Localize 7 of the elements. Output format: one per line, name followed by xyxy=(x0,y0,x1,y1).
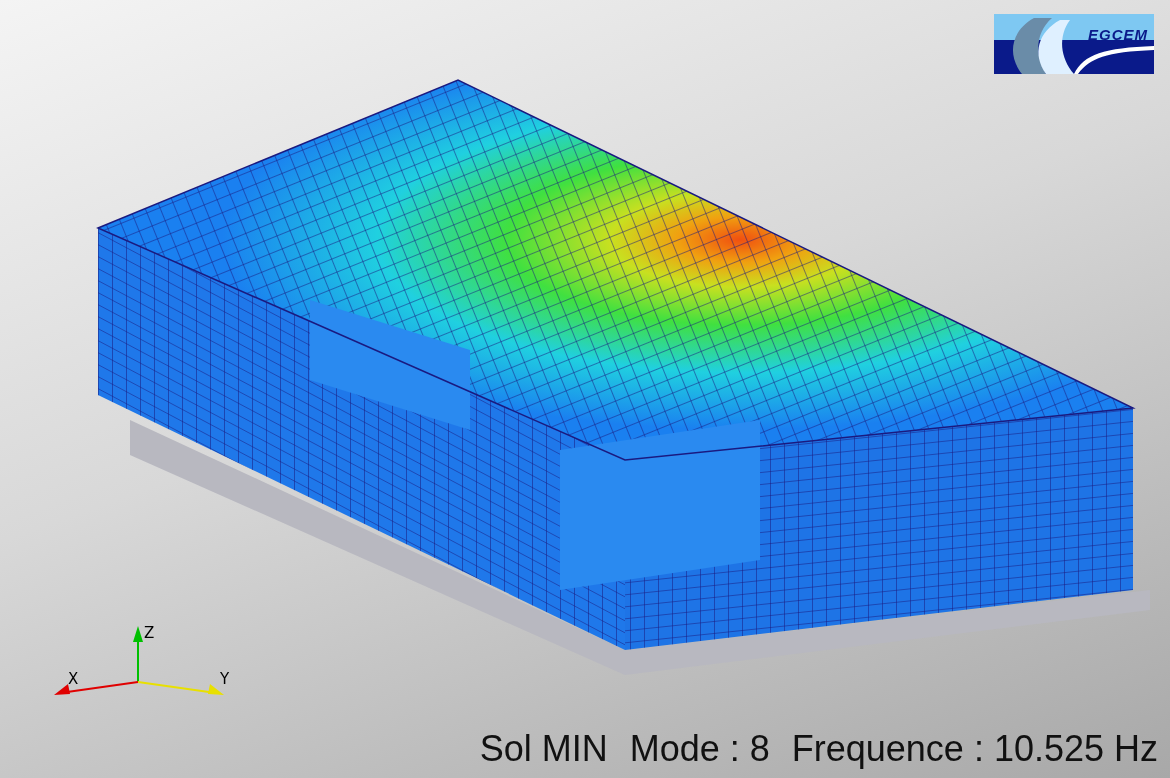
axis-label: Z xyxy=(144,624,155,642)
caption-text: Mode : 8 xyxy=(629,728,770,770)
caption-text: Sol MIN xyxy=(479,728,608,770)
axis-label: X xyxy=(68,670,79,688)
axis-label: Y xyxy=(220,670,230,688)
logo-text: EGCEM xyxy=(1088,26,1148,43)
caption-text: Frequence : 10.525 Hz xyxy=(791,728,1158,770)
